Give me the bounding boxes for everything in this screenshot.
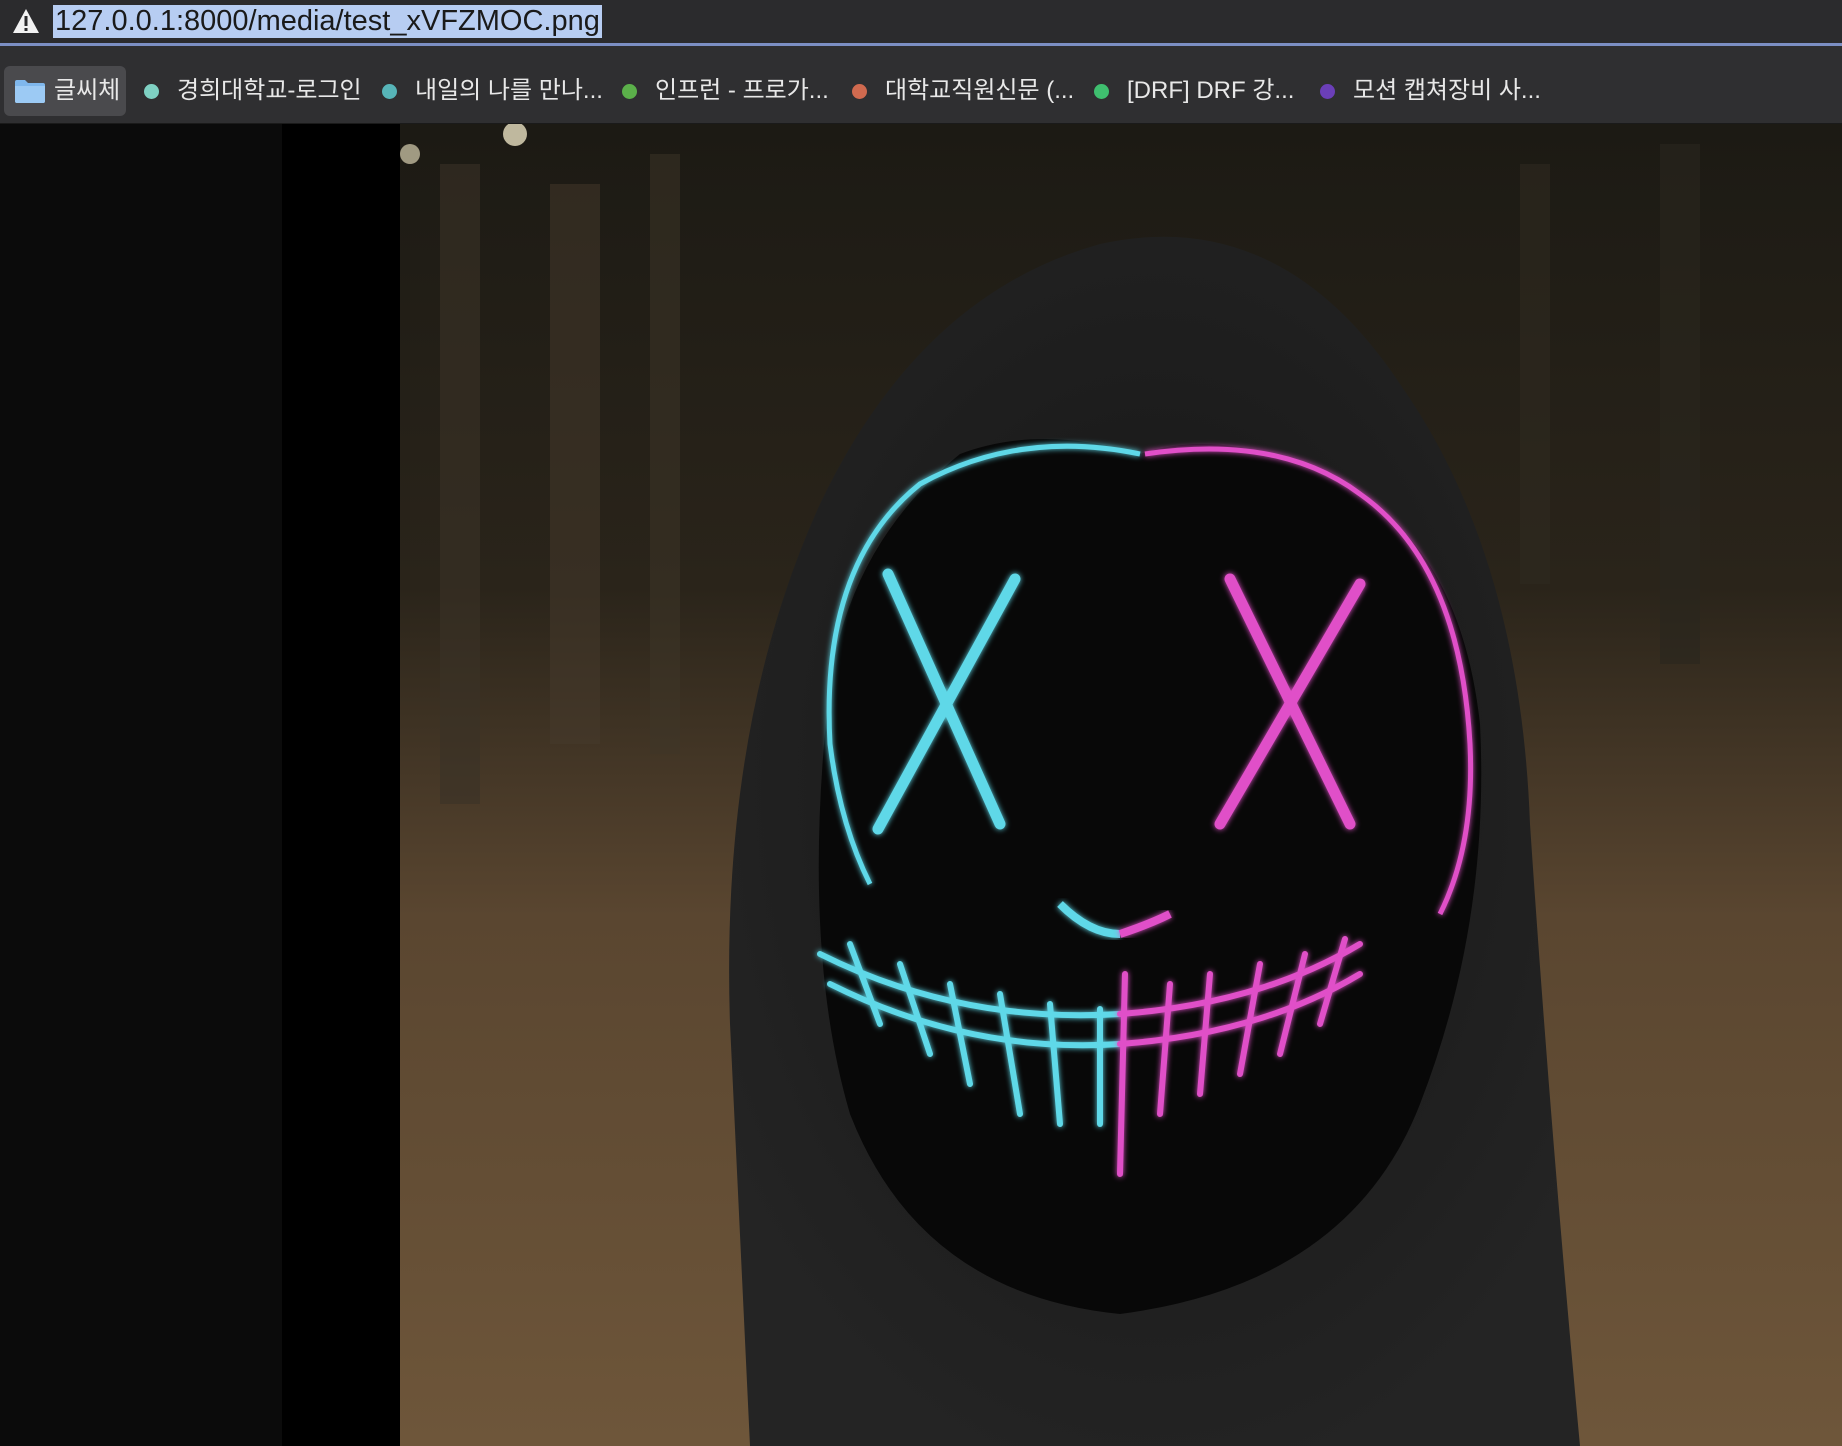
bookmark-label: 대학교직원신문 (... — [885, 77, 1075, 104]
bookmark-label: 내일의 나를 만나... — [415, 77, 603, 104]
bookmark-label: 경희대학교-로그인 — [177, 77, 362, 104]
image-viewer — [0, 124, 1842, 1446]
bookmark-label: 모션 캡쳐장비 사... — [1353, 77, 1541, 104]
folder-icon — [14, 78, 46, 104]
warning-triangle-icon[interactable] — [11, 7, 41, 35]
site-favicon-icon — [622, 84, 637, 99]
site-favicon-icon — [382, 84, 397, 99]
site-favicon-icon — [1320, 84, 1335, 99]
site-favicon-icon — [852, 84, 867, 99]
image-margin — [282, 124, 400, 1446]
site-favicon-icon — [1094, 84, 1109, 99]
site-favicon-icon — [144, 84, 159, 99]
bookmark-folder-label: 글씨체 — [54, 77, 121, 104]
bookmark-folder[interactable]: 글씨체 — [4, 66, 126, 116]
bookmark-label: 인프런 - 프로가... — [655, 77, 829, 104]
url-text[interactable]: 127.0.0.1:8000/media/test_xVFZMOC.png — [53, 5, 602, 38]
masked-figure-photo — [400, 124, 1842, 1446]
bookmarks-bar: 글씨체 경희대학교-로그인 내일의 나를 만나... 인프런 - 프로가... … — [0, 46, 1842, 124]
bookmark-label: [DRF] DRF 강... — [1127, 77, 1295, 104]
address-bar[interactable]: 127.0.0.1:8000/media/test_xVFZMOC.png — [0, 0, 1842, 46]
displayed-image[interactable] — [400, 124, 1842, 1446]
